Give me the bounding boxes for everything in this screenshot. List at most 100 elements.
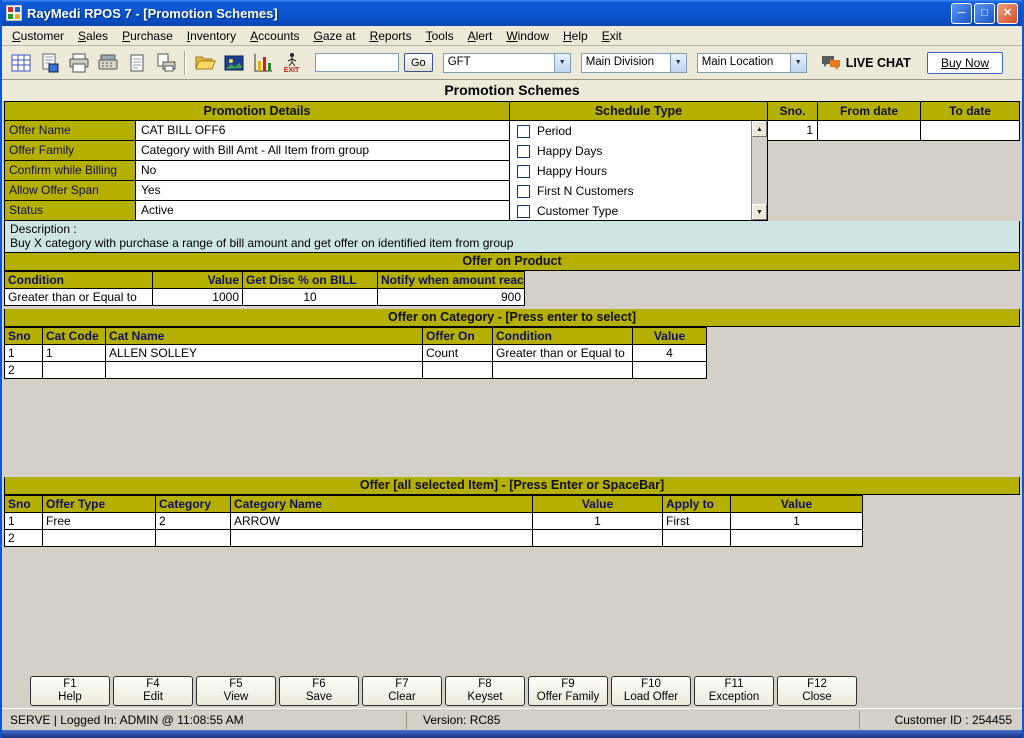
- cell-offer-type[interactable]: Free: [43, 513, 156, 530]
- schedule-item-period[interactable]: Period: [510, 121, 767, 141]
- cell-condition[interactable]: Greater than or Equal to: [493, 345, 633, 362]
- checkbox[interactable]: [517, 205, 530, 218]
- cell-sno[interactable]: 1: [5, 345, 43, 362]
- cell-offer-type[interactable]: [43, 530, 156, 547]
- day-book-icon[interactable]: [123, 48, 150, 78]
- cell-value[interactable]: [633, 362, 707, 379]
- f10-load-offer-button[interactable]: F10 Load Offer: [611, 676, 691, 706]
- column-header: Cat Name: [106, 328, 423, 345]
- chart-icon[interactable]: [249, 48, 276, 78]
- status-value[interactable]: Active: [135, 201, 510, 221]
- company-dropdown[interactable]: GFT ▼: [443, 53, 571, 73]
- cell-condition[interactable]: Greater than or Equal to: [5, 289, 153, 306]
- cell-category-name[interactable]: [231, 530, 533, 547]
- cell-apply-to[interactable]: [663, 530, 731, 547]
- checkbox[interactable]: [517, 165, 530, 178]
- cell-apply-to[interactable]: First: [663, 513, 731, 530]
- scrollbar[interactable]: ▲ ▼: [751, 121, 767, 220]
- f12-close-button[interactable]: F12 Close: [777, 676, 857, 706]
- menu-reports[interactable]: Reports: [363, 27, 419, 45]
- schedule-item-first-n-customers[interactable]: First N Customers: [510, 181, 767, 201]
- buy-now-button[interactable]: Buy Now: [927, 52, 1003, 74]
- offer-on-product-header: Offer on Product: [4, 253, 1020, 271]
- chevron-down-icon[interactable]: ▼: [790, 54, 806, 72]
- offer-family-value[interactable]: Category with Bill Amt - All Item from g…: [135, 141, 510, 161]
- menu-accounts[interactable]: Accounts: [243, 27, 306, 45]
- f6-save-button[interactable]: F6 Save: [279, 676, 359, 706]
- checkbox[interactable]: [517, 185, 530, 198]
- to-date-cell[interactable]: [921, 121, 1020, 141]
- go-button[interactable]: Go: [404, 53, 433, 72]
- cell-value[interactable]: 1: [731, 513, 863, 530]
- f8-keyset-button[interactable]: F8 Keyset: [445, 676, 525, 706]
- scroll-down-icon[interactable]: ▼: [752, 204, 767, 220]
- menu-alert[interactable]: Alert: [461, 27, 500, 45]
- cell-sno[interactable]: 1: [5, 513, 43, 530]
- cell-disc-pct[interactable]: 10: [243, 289, 378, 306]
- cell-value[interactable]: 4: [633, 345, 707, 362]
- minimize-button[interactable]: ─: [951, 3, 972, 24]
- chevron-down-icon[interactable]: ▼: [670, 54, 686, 72]
- confirm-while-billing-value[interactable]: No: [135, 161, 510, 181]
- cell-cat-code[interactable]: 1: [43, 345, 106, 362]
- schedule-item-happy-hours[interactable]: Happy Hours: [510, 161, 767, 181]
- cell-value[interactable]: 1000: [153, 289, 243, 306]
- cell-offer-on[interactable]: [423, 362, 493, 379]
- window-bottom-edge: [2, 730, 1022, 738]
- save-bill-icon[interactable]: [36, 48, 63, 78]
- schedule-item-customer-type[interactable]: Customer Type: [510, 201, 767, 221]
- checkbox[interactable]: [517, 125, 530, 138]
- menu-tools[interactable]: Tools: [419, 27, 461, 45]
- menu-gaze-at[interactable]: Gaze at: [307, 27, 363, 45]
- f9-offer-family-button[interactable]: F9 Offer Family: [528, 676, 608, 706]
- cell-cat-code[interactable]: [43, 362, 106, 379]
- cell-notify-amount[interactable]: 900: [378, 289, 525, 306]
- f5-view-button[interactable]: F5 View: [196, 676, 276, 706]
- cell-condition[interactable]: [493, 362, 633, 379]
- menu-sales[interactable]: Sales: [71, 27, 115, 45]
- exit-icon[interactable]: EXIT: [278, 48, 305, 78]
- menu-purchase[interactable]: Purchase: [115, 27, 180, 45]
- f1-help-button[interactable]: F1 Help: [30, 676, 110, 706]
- cell-offer-on[interactable]: Count: [423, 345, 493, 362]
- f11-exception-button[interactable]: F11 Exception: [694, 676, 774, 706]
- search-input[interactable]: [315, 53, 399, 72]
- checkbox[interactable]: [517, 145, 530, 158]
- cell-category[interactable]: 2: [156, 513, 231, 530]
- menu-help[interactable]: Help: [556, 27, 595, 45]
- scroll-up-icon[interactable]: ▲: [752, 121, 767, 137]
- cell-cat-name[interactable]: [106, 362, 423, 379]
- print-icon[interactable]: [65, 48, 92, 78]
- menu-window[interactable]: Window: [499, 27, 556, 45]
- location-dropdown[interactable]: Main Location ▼: [697, 53, 807, 73]
- open-folder-icon[interactable]: [191, 48, 218, 78]
- cell-value[interactable]: [533, 530, 663, 547]
- f7-clear-button[interactable]: F7 Clear: [362, 676, 442, 706]
- print-preview-icon[interactable]: [152, 48, 179, 78]
- f4-edit-button[interactable]: F4 Edit: [113, 676, 193, 706]
- menu-exit[interactable]: Exit: [595, 27, 629, 45]
- field-row: Offer Name CAT BILL OFF6: [4, 121, 510, 141]
- cash-register-icon[interactable]: [94, 48, 121, 78]
- cell-sno[interactable]: 2: [5, 362, 43, 379]
- cell-value[interactable]: 1: [533, 513, 663, 530]
- maximize-button[interactable]: □: [974, 3, 995, 24]
- image-icon[interactable]: [220, 48, 247, 78]
- billing-machine-icon[interactable]: [7, 48, 34, 78]
- cell-sno[interactable]: 2: [5, 530, 43, 547]
- cell-category[interactable]: [156, 530, 231, 547]
- cell-category-name[interactable]: ARROW: [231, 513, 533, 530]
- cell-cat-name[interactable]: ALLEN SOLLEY: [106, 345, 423, 362]
- menu-inventory[interactable]: Inventory: [180, 27, 243, 45]
- cell-value[interactable]: [731, 530, 863, 547]
- chevron-down-icon[interactable]: ▼: [554, 54, 570, 72]
- allow-offer-span-value[interactable]: Yes: [135, 181, 510, 201]
- sno-cell[interactable]: 1: [768, 121, 818, 141]
- division-dropdown[interactable]: Main Division ▼: [581, 53, 687, 73]
- from-date-cell[interactable]: [818, 121, 921, 141]
- schedule-item-happy-days[interactable]: Happy Days: [510, 141, 767, 161]
- close-button[interactable]: ✕: [997, 3, 1018, 24]
- offer-name-value[interactable]: CAT BILL OFF6: [135, 121, 510, 141]
- live-chat-link[interactable]: LIVE CHAT: [821, 55, 911, 71]
- menu-customer[interactable]: Customer: [5, 27, 71, 45]
